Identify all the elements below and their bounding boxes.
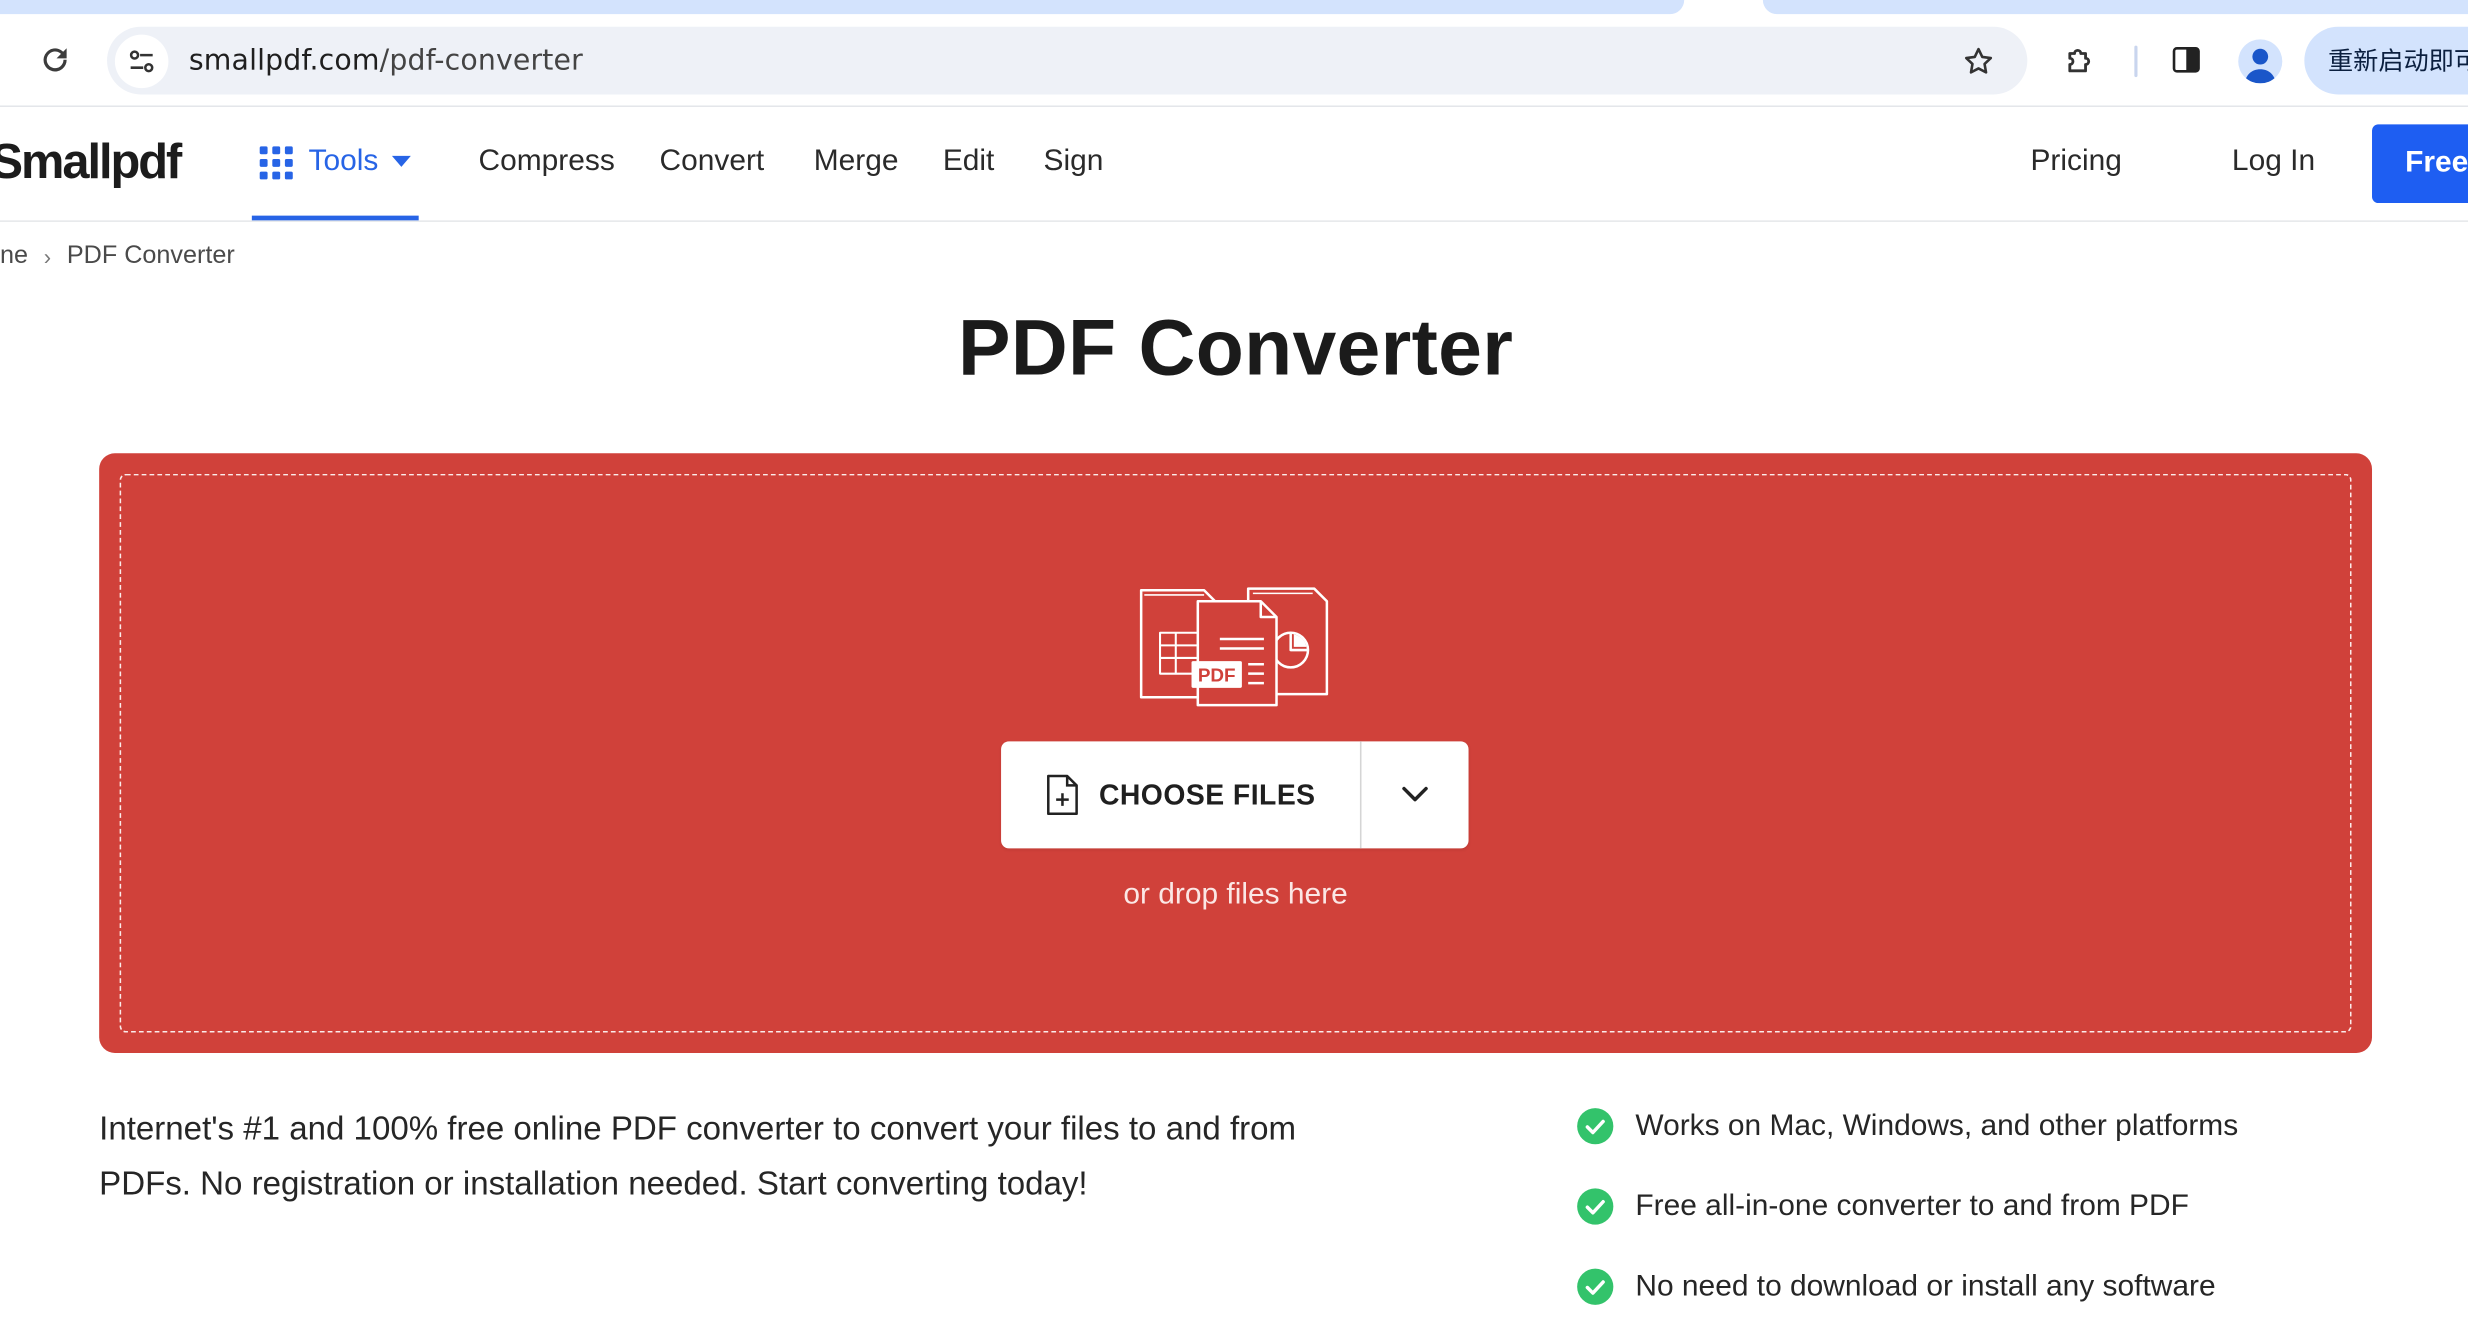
check-circle-icon <box>1577 1188 1614 1225</box>
page: smallpdf.com/pdf-converter 重新启动即可 Smallp… <box>0 0 2468 1338</box>
site-info-icon[interactable] <box>114 33 169 88</box>
nav-compress[interactable]: Compress <box>478 145 614 180</box>
feature-text: No need to download or install any softw… <box>1635 1269 2216 1303</box>
file-types-illustration-icon: PDF <box>1139 587 1329 707</box>
nav-merge[interactable]: Merge <box>814 145 899 180</box>
site-header: Smallpdf Tools Compress Convert Merge Ed… <box>0 107 2468 222</box>
feature-item: Works on Mac, Windows, and other platfor… <box>1577 1108 2239 1145</box>
feature-item: No need to download or install any softw… <box>1577 1268 2216 1305</box>
breadcrumb-separator-icon: › <box>43 243 52 270</box>
address-bar[interactable]: smallpdf.com/pdf-converter <box>107 26 2028 95</box>
reload-icon[interactable] <box>28 33 82 87</box>
feature-item: Free all-in-one converter to and from PD… <box>1577 1188 2189 1225</box>
extensions-icon[interactable] <box>2054 33 2108 87</box>
login-link[interactable]: Log In <box>2232 145 2315 180</box>
pdf-badge-label: PDF <box>1198 666 1236 687</box>
page-title: PDF Converter <box>958 303 1514 392</box>
smallpdf-logo[interactable]: Smallpdf <box>0 134 182 191</box>
url-text[interactable]: smallpdf.com/pdf-converter <box>189 44 583 77</box>
choose-files-label: CHOOSE FILES <box>1098 778 1316 810</box>
bookmark-star-icon[interactable] <box>1952 35 2006 89</box>
nav-sign[interactable]: Sign <box>1044 145 1104 180</box>
breadcrumb: ne › PDF Converter <box>0 242 235 270</box>
free-trial-button[interactable]: Free <box>2372 124 2468 204</box>
drop-hint: or drop files here <box>1123 878 1348 912</box>
caret-down-icon <box>392 155 412 167</box>
check-circle-icon <box>1577 1268 1614 1305</box>
url-host: smallpdf.com <box>188 44 380 78</box>
choose-files-button[interactable]: CHOOSE FILES <box>1001 741 1362 849</box>
breadcrumb-current: PDF Converter <box>66 242 235 270</box>
feature-text: Free all-in-one converter to and from PD… <box>1635 1189 2189 1223</box>
choose-source-dropdown[interactable] <box>1362 741 1469 848</box>
nav-convert[interactable]: Convert <box>660 145 765 180</box>
nav-edit[interactable]: Edit <box>943 145 995 180</box>
tools-menu[interactable]: Tools <box>251 107 419 221</box>
browser-toolbar: smallpdf.com/pdf-converter 重新启动即可 <box>0 0 2468 108</box>
choose-files-control: CHOOSE FILES <box>1001 741 1469 849</box>
side-panel-icon[interactable] <box>2160 33 2214 87</box>
add-file-icon <box>1047 774 1079 816</box>
toolbar-divider <box>2134 45 2138 78</box>
url-path: /pdf-converter <box>379 44 583 78</box>
breadcrumb-home[interactable]: ne <box>0 242 28 270</box>
nav-pricing[interactable]: Pricing <box>2030 145 2121 180</box>
active-tab-strip[interactable] <box>0 0 1685 15</box>
relaunch-button[interactable]: 重新启动即可 <box>2304 26 2468 95</box>
chevron-down-icon <box>1402 786 1428 802</box>
grid-icon <box>259 145 293 179</box>
tools-label: Tools <box>308 144 379 178</box>
profile-avatar[interactable] <box>2238 39 2283 84</box>
check-circle-icon <box>1577 1108 1614 1145</box>
page-description: Internet's #1 and 100% free online PDF c… <box>99 1111 1297 1203</box>
file-dropzone[interactable]: PDF CHOOSE FILES or drop files here <box>99 453 2373 1054</box>
tab-strip[interactable] <box>1762 0 2468 15</box>
feature-text: Works on Mac, Windows, and other platfor… <box>1635 1108 2239 1142</box>
